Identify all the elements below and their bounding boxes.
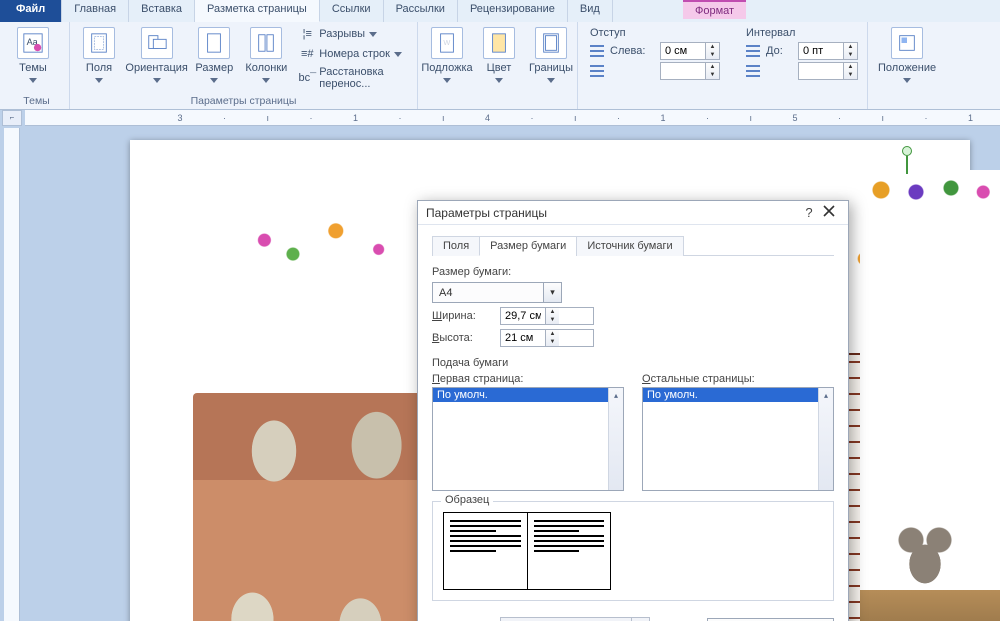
tab-references[interactable]: Ссылки	[320, 0, 384, 22]
position-button[interactable]: Положение	[874, 25, 940, 85]
dialog-tabs: Поля Размер бумаги Источник бумаги	[432, 235, 834, 256]
page-borders-icon	[535, 27, 567, 59]
size-button[interactable]: Размер	[191, 25, 237, 85]
page-color-icon	[483, 27, 515, 59]
themes-icon: Aa	[17, 27, 49, 59]
paper-size-label: Размер бумаги:	[432, 266, 834, 278]
group-page-setup-title: Параметры страницы	[70, 94, 417, 109]
feed-label: Подача бумаги	[432, 357, 834, 369]
page-setup-dialog: Параметры страницы ? Поля Размер бумаги …	[417, 200, 849, 621]
margins-button[interactable]: Поля	[76, 25, 122, 85]
chevron-down-icon[interactable]: ▾	[543, 283, 561, 302]
tab-file[interactable]: Файл	[0, 0, 62, 22]
position-icon	[891, 27, 923, 59]
paper-size-select[interactable]: A4 ▾	[432, 282, 562, 303]
other-pages-listbox[interactable]: По умолч. ▴	[642, 387, 834, 491]
tab-home[interactable]: Главная	[62, 0, 129, 22]
help-icon[interactable]: ?	[800, 205, 818, 220]
preview-pages	[443, 512, 611, 590]
breaks-icon: ¦≡	[299, 26, 315, 42]
tab-mailings[interactable]: Рассылки	[384, 0, 458, 22]
columns-icon	[250, 27, 282, 59]
page-borders-button[interactable]: Границы	[528, 25, 574, 85]
height-spinner[interactable]: ▲▼	[500, 329, 594, 347]
dialog-tab-margins[interactable]: Поля	[432, 236, 480, 256]
preview-fieldset: Образец	[432, 501, 834, 601]
horizontal-ruler[interactable]: 3 · ı · 1 · ı 4 · ı · 1 · ı 5 · ı · 1	[25, 110, 1000, 126]
dialog-tab-paper-size[interactable]: Размер бумаги	[479, 236, 577, 256]
themes-button[interactable]: Aa Темы	[10, 25, 56, 85]
watermark-button[interactable]: WПодложка	[424, 25, 470, 85]
first-page-listbox[interactable]: По умолч. ▴	[432, 387, 624, 491]
ribbon: Aa Темы Темы Поля Ориентация Размер	[0, 22, 1000, 110]
size-icon	[198, 27, 230, 59]
spacing-before-spinner[interactable]: ▲▼	[798, 42, 858, 60]
tab-format-contextual[interactable]: Формат	[683, 2, 746, 19]
scrollbar[interactable]: ▴	[818, 388, 833, 490]
illustration-mouse	[890, 520, 960, 600]
line-numbers-button[interactable]: ≡#Номера строк	[295, 45, 411, 63]
list-item[interactable]: По умолч.	[433, 388, 623, 402]
breaks-button[interactable]: ¦≡Разрывы	[295, 25, 411, 43]
close-icon[interactable]	[818, 205, 840, 220]
line-numbers-icon: ≡#	[299, 46, 315, 62]
columns-button[interactable]: Колонки	[243, 25, 289, 85]
dialog-tab-paper-source[interactable]: Источник бумаги	[576, 236, 683, 256]
tab-view[interactable]: Вид	[568, 0, 613, 22]
chevron-down-icon	[29, 78, 37, 83]
vertical-ruler[interactable]	[4, 128, 20, 621]
tab-page-layout[interactable]: Разметка страницы	[195, 0, 320, 22]
svg-text:W: W	[443, 38, 450, 47]
margins-icon	[83, 27, 115, 59]
apply-to-select[interactable]: ко всему документу▾	[500, 617, 650, 621]
width-label: Ширина:	[432, 310, 492, 322]
indent-left-icon	[590, 45, 604, 57]
other-pages-label: Остальные страницы:	[642, 373, 834, 385]
print-options-button[interactable]: Параметры печати...	[707, 618, 834, 621]
width-spinner[interactable]: ▲▼	[500, 307, 594, 325]
rotate-handle[interactable]	[902, 146, 912, 156]
indent-left-spinner[interactable]: ▲▼	[660, 42, 720, 60]
spacing-after-spinner[interactable]: ▲▼	[798, 62, 858, 80]
spacing-group: Интервал До: ▲▼ ▲▼	[740, 25, 864, 84]
indent-right-spinner[interactable]: ▲▼	[660, 62, 720, 80]
spacing-before-icon	[746, 45, 760, 57]
tab-insert[interactable]: Вставка	[129, 0, 195, 22]
ribbon-tabs: Файл Главная Вставка Разметка страницы С…	[0, 0, 1000, 22]
dialog-titlebar[interactable]: Параметры страницы ?	[418, 201, 848, 225]
ruler-corner[interactable]: ⌐	[2, 110, 22, 126]
illustration-cart	[860, 590, 1000, 621]
height-label: Высота:	[432, 332, 492, 344]
hyphenation-button[interactable]: bc¯Расстановка перенос...	[295, 65, 411, 91]
indent-group: Отступ Слева: ▲▼ ▲▼	[584, 25, 726, 84]
indent-right-icon	[590, 65, 604, 77]
group-themes-title: Темы	[4, 94, 69, 109]
page-illustration-right	[860, 170, 1000, 621]
dialog-title: Параметры страницы	[426, 206, 800, 220]
orientation-button[interactable]: Ориентация	[128, 25, 185, 85]
scrollbar[interactable]: ▴	[608, 388, 623, 490]
orientation-icon	[141, 27, 173, 59]
first-page-label: Первая страница:	[432, 373, 624, 385]
spacing-after-icon	[746, 65, 760, 77]
hyphenation-icon: bc¯	[299, 70, 315, 86]
page-color-button[interactable]: Цвет	[476, 25, 522, 85]
document-area: ⌐ 3 · ı · 1 · ı 4 · ı · 1 · ı 5 · ı · 1 …	[0, 110, 1000, 621]
watermark-icon: W	[431, 27, 463, 59]
list-item[interactable]: По умолч.	[643, 388, 833, 402]
tab-review[interactable]: Рецензирование	[458, 0, 568, 22]
